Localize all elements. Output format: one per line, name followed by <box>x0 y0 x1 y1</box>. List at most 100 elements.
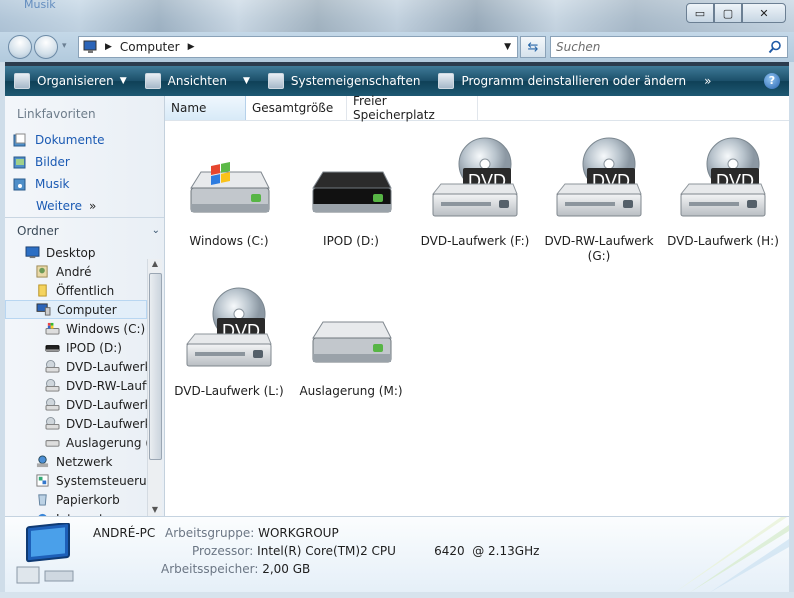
drive-grid: Windows (C:) IPOD (D:) DVD DVD-Laufwerk … <box>165 122 789 512</box>
scroll-up-icon[interactable]: ▲ <box>148 259 162 268</box>
command-bar: Organisieren ▼ Ansichten ▼ Systemeigenscha… <box>5 66 789 96</box>
music-icon <box>13 178 26 191</box>
drive-item[interactable]: Auslagerung (M:) <box>291 282 411 399</box>
column-headers: Name Gesamtgröße Freier Speicherplatz <box>165 94 789 122</box>
organize-label: Organisieren <box>37 74 114 88</box>
breadcrumb-computer[interactable]: Computer <box>120 40 180 54</box>
properties-icon <box>267 73 284 89</box>
tree-item-label: DVD-RW-Laufw <box>66 378 147 393</box>
tree-item[interactable]: eInternet <box>5 509 147 516</box>
uninstall-program-button[interactable]: Programm deinstallieren oder ändern <box>429 66 695 96</box>
user-icon <box>35 265 50 278</box>
tree-item-label: Computer <box>57 302 117 317</box>
computer-icon <box>83 40 97 53</box>
breadcrumb-chevron-icon[interactable]: ▶ <box>188 42 195 52</box>
tree-item[interactable]: Systemsteuerung <box>5 471 147 490</box>
tree-item[interactable]: Computer <box>5 300 147 319</box>
hard-drive-icon <box>169 132 289 228</box>
forward-button[interactable] <box>34 35 58 59</box>
organize-icon <box>14 73 30 89</box>
processor-value: Intel(R) Core(TM)2 CPU 6420 @ 2.13GHz <box>257 544 540 558</box>
column-total-size[interactable]: Gesamtgröße <box>246 96 347 120</box>
maximize-button[interactable]: ▢ <box>714 3 742 23</box>
drive-label: Auslagerung (M:) <box>299 384 403 398</box>
favorite-pictures[interactable]: Bilder <box>5 151 164 173</box>
column-free-space[interactable]: Freier Speicherplatz <box>347 94 478 122</box>
tree-item[interactable]: Öffentlich <box>5 281 147 300</box>
address-field[interactable]: ▶ Computer ▶ ▼ <box>78 36 518 58</box>
column-name[interactable]: Name <box>165 96 246 120</box>
dvd-icon <box>45 417 60 430</box>
tree-item-label: IPOD (D:) <box>66 340 122 355</box>
tree-item-label: Papierkorb <box>56 492 120 507</box>
recent-pages-dropdown[interactable]: ▾ <box>62 41 67 51</box>
title-background <box>0 0 794 32</box>
desktop-icon <box>25 246 40 259</box>
back-button[interactable] <box>8 35 32 59</box>
tree-item-label: Auslagerung (M <box>66 435 147 450</box>
drive-label: DVD-Laufwerk (H:) <box>667 234 779 248</box>
tree-item[interactable]: IPOD (D:) <box>5 338 147 357</box>
dvd-drive-icon: DVD <box>663 132 783 228</box>
tree-item-label: Desktop <box>46 245 96 260</box>
memory-label: Arbeitsspeicher: <box>161 562 259 576</box>
details-pane: ANDRÉ-PC Arbeitsgruppe: WORKGROUP Prozes… <box>5 516 789 593</box>
tree-item[interactable]: André <box>5 262 147 281</box>
scrollbar-thumb[interactable] <box>149 273 162 460</box>
system-properties-button[interactable]: Systemeigenschaften <box>259 66 430 96</box>
favorite-documents-label: Dokumente <box>35 133 105 147</box>
help-icon[interactable]: ? <box>764 73 780 89</box>
refresh-icon: ⇆ <box>527 39 539 55</box>
tree-item[interactable]: DVD-Laufwerk <box>5 395 147 414</box>
tree-item[interactable]: Auslagerung (M <box>5 433 147 452</box>
refresh-button[interactable]: ⇆ <box>520 36 546 58</box>
tree-item[interactable]: Papierkorb <box>5 490 147 509</box>
tree-item[interactable]: DVD-RW-Laufw <box>5 376 147 395</box>
drive-item[interactable]: DVD DVD-Laufwerk (F:) <box>415 132 535 249</box>
drive-label: DVD-Laufwerk (L:) <box>174 384 284 398</box>
workgroup-label: Arbeitsgruppe: <box>165 526 255 540</box>
system-properties-label: Systemeigenschaften <box>290 74 421 88</box>
favorites-more-link[interactable]: Weitere » <box>5 195 164 217</box>
tree-item[interactable]: DVD-Laufwerk <box>5 414 147 433</box>
search-field[interactable]: Suchen <box>550 36 788 58</box>
favorites-more-label: Weitere <box>36 199 83 213</box>
favorite-documents[interactable]: Dokumente <box>5 129 164 151</box>
views-label: Ansichten <box>167 74 227 88</box>
more-commands-button[interactable]: » <box>695 66 720 96</box>
breadcrumb-arrow-icon[interactable]: ▶ <box>105 42 112 52</box>
favorite-music-label: Musik <box>35 177 70 191</box>
minimize-button[interactable]: ▭ <box>686 3 714 23</box>
organize-menu[interactable]: Organisieren ▼ <box>5 66 136 96</box>
drive-label: IPOD (D:) <box>323 234 379 248</box>
tree-item-label: André <box>56 264 92 279</box>
double-chevron-icon: » <box>89 199 97 213</box>
memory-value: 2,00 GB <box>262 562 311 576</box>
drive-item[interactable]: DVD DVD-RW-Laufwerk (G:) <box>539 132 659 264</box>
favorite-music[interactable]: Musik <box>5 173 164 195</box>
network-icon <box>35 455 50 468</box>
drive-item[interactable]: DVD DVD-Laufwerk (H:) <box>663 132 783 249</box>
chevron-down-icon: ▼ <box>242 76 250 86</box>
views-menu[interactable]: Ansichten ▼ <box>136 66 259 96</box>
drive-item[interactable]: Windows (C:) <box>169 132 289 249</box>
close-button[interactable]: ✕ <box>742 3 786 23</box>
tree-item[interactable]: Desktop <box>5 243 147 262</box>
tree-item[interactable]: DVD-Laufwerk <box>5 357 147 376</box>
uninstall-label: Programm deinstallieren oder ändern <box>461 74 687 88</box>
drive-item[interactable]: IPOD (D:) <box>291 132 411 249</box>
dvd-icon <box>45 360 60 373</box>
folders-header[interactable]: Ordner ⌄ <box>5 217 164 243</box>
hdd-win-icon <box>45 322 60 335</box>
folder-tree-scrollbar[interactable]: ▲ ▼ <box>147 259 162 516</box>
tree-item[interactable]: Windows (C:) <box>5 319 147 338</box>
address-dropdown-icon[interactable]: ▼ <box>504 42 511 52</box>
scroll-down-icon[interactable]: ▼ <box>148 505 162 514</box>
drive-item[interactable]: DVD DVD-Laufwerk (L:) <box>169 282 289 399</box>
workgroup-value: WORKGROUP <box>258 526 339 540</box>
navigation-pane: Linkfavoriten Dokumente Bilder Musik Wei… <box>5 96 165 516</box>
processor-label: Prozessor: <box>192 544 254 558</box>
tree-item[interactable]: Netzwerk <box>5 452 147 471</box>
search-placeholder: Suchen <box>556 40 601 54</box>
search-icon[interactable] <box>768 40 782 54</box>
